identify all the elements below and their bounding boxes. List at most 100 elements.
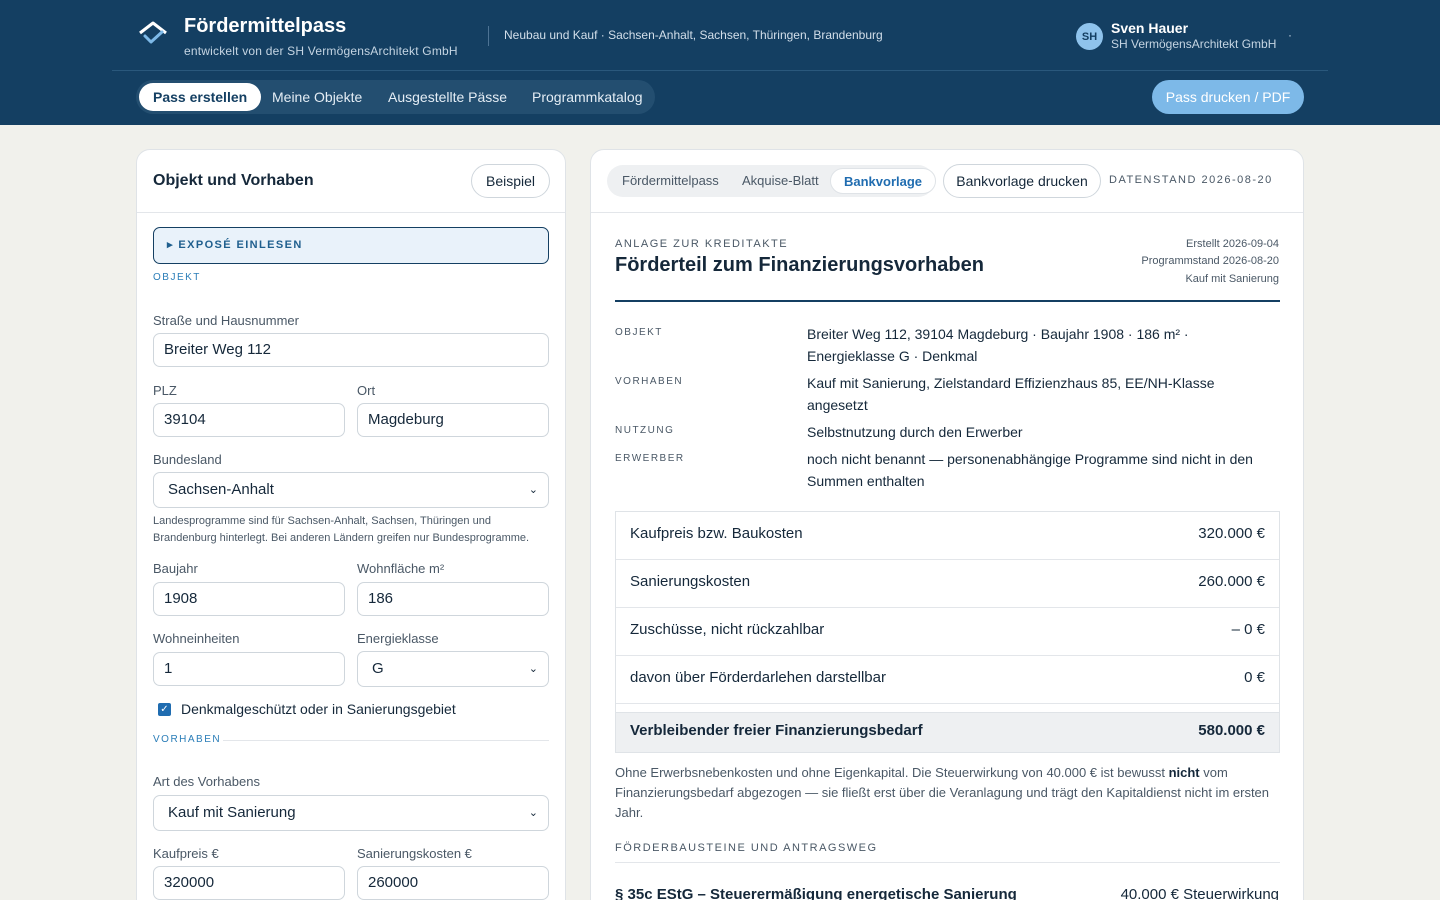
energieklasse-label: Energieklasse [357, 631, 439, 646]
form-title: Objekt und Vorhaben [153, 172, 314, 189]
info-key: ERWERBER [615, 453, 685, 464]
row-value: 320.000 € [1198, 525, 1265, 542]
bundesland-label: Bundesland [153, 452, 222, 467]
app-header: Fördermittelpass entwickelt von der SH V… [0, 0, 1440, 125]
denkmal-checkbox[interactable]: ✓ [158, 703, 171, 716]
meta-vorhaben: Kauf mit Sanierung [1185, 273, 1279, 285]
info-value: Breiter Weg 112, 39104 Magdeburg · Bauja… [807, 326, 1189, 364]
print-pass-button[interactable]: Pass drucken / PDF [1152, 80, 1304, 114]
row-label: Zuschüsse, nicht rückzahlbar [630, 621, 825, 638]
report-card-header: Fördermittelpass Akquise-Blatt Bankvorla… [591, 150, 1303, 213]
bundesland-value: Sachsen-Anhalt [168, 481, 274, 498]
kaufpreis-input[interactable]: 320000 [153, 866, 345, 900]
section-foerderbausteine: FÖRDERBAUSTEINE UND ANTRAGSWEG [615, 842, 878, 854]
chevron-down-icon: ⌄ [528, 663, 538, 675]
table-row: Kaufpreis bzw. Baukosten 320.000 € [616, 512, 1279, 560]
doc-kicker: ANLAGE ZUR KREDITAKTE [615, 238, 789, 250]
program-title: § 35c EStG – Steuerermäßigung energetisc… [615, 886, 1017, 900]
art-select[interactable]: Kauf mit Sanierung ⌄ [153, 795, 549, 831]
sanierung-input[interactable]: 260000 [357, 866, 549, 900]
info-key: OBJEKT [615, 327, 663, 338]
baujahr-label: Baujahr [153, 561, 198, 576]
info-value: noch nicht benannt — personenabhängige P… [807, 451, 1253, 489]
user-name[interactable]: Sven Hauer [1111, 20, 1188, 36]
doc-title: Förderteil zum Finanzierungsvorhaben [615, 254, 984, 276]
note-text: Ohne Erwerbsnebenkosten und ohne Eigenka… [615, 765, 1169, 780]
total-row: Verbleibender freier Finanzierungsbedarf… [616, 712, 1279, 752]
info-value: Selbstnutzung durch den Erwerber [807, 424, 1023, 440]
avatar[interactable]: SH [1076, 23, 1103, 50]
total-value: 580.000 € [1198, 722, 1265, 739]
program-value: 40.000 € Steuerwirkung [1120, 886, 1279, 900]
nav-programmkatalog[interactable]: Programmkatalog [518, 83, 657, 111]
info-key: VORHABEN [615, 376, 684, 387]
logo-icon [139, 21, 167, 44]
street-input[interactable]: Breiter Weg 112 [153, 333, 549, 367]
bundesland-hint: Landesprogramme sind für Sachsen-Anhalt,… [153, 515, 530, 544]
expose-import-toggle[interactable]: ▸ EXPOSÉ EINLESEN [153, 227, 549, 264]
user-menu-icon[interactable]: · [1288, 28, 1292, 42]
nav-meine-objekte[interactable]: Meine Objekte [258, 83, 376, 111]
denkmal-label[interactable]: Denkmalgeschützt oder in Sanierungsgebie… [181, 701, 456, 717]
tab-akquise-blatt[interactable]: Akquise-Blatt [729, 168, 832, 194]
table-row: davon über Förderdarlehen darstellbar 0 … [616, 656, 1279, 704]
wohnflaeche-input[interactable]: 186 [357, 582, 549, 616]
energieklasse-value: G [372, 660, 384, 677]
report-tabs: Fördermittelpass Akquise-Blatt Bankvorla… [607, 165, 937, 197]
app-subtitle: entwickelt von der SH VermögensArchitekt… [184, 44, 458, 58]
table-row: Zuschüsse, nicht rückzahlbar – 0 € [616, 608, 1279, 656]
section-objekt: OBJEKT [153, 272, 201, 283]
section-vorhaben: VORHABEN [153, 734, 222, 745]
finance-note: Ohne Erwerbsnebenkosten und ohne Eigenka… [615, 763, 1275, 823]
note-emphasis: nicht [1168, 765, 1200, 780]
example-button[interactable]: Beispiel [471, 164, 550, 198]
meta-programmstand: Programmstand 2026-08-20 [1141, 255, 1279, 267]
form-card-header: Objekt und Vorhaben Beispiel [137, 150, 565, 213]
row-label: Kaufpreis bzw. Baukosten [630, 525, 803, 542]
doc-rule [615, 300, 1280, 302]
finance-table: Kaufpreis bzw. Baukosten 320.000 € Sanie… [615, 511, 1280, 753]
art-label: Art des Vorhabens [153, 774, 260, 789]
form-card: Objekt und Vorhaben Beispiel ▸ EXPOSÉ EI… [136, 149, 566, 900]
art-value: Kauf mit Sanierung [168, 804, 296, 821]
plz-label: PLZ [153, 383, 177, 398]
tab-bankvorlage[interactable]: Bankvorlage [830, 168, 937, 194]
app-title: Fördermittelpass [184, 15, 347, 37]
row-label: Sanierungskosten [630, 573, 751, 590]
header-divider [488, 26, 489, 46]
wohneinheiten-input[interactable]: 1 [153, 652, 345, 686]
section-divider [615, 862, 1280, 863]
info-value: Kauf mit Sanierung, Zielstandard Effizie… [807, 375, 1215, 413]
header-scope: Neubau und Kauf · Sachsen-Anhalt, Sachse… [504, 28, 883, 42]
row-value: 260.000 € [1198, 573, 1265, 590]
main-nav: Pass erstellen Meine Objekte Ausgestellt… [136, 80, 655, 114]
row-value: – 0 € [1231, 621, 1265, 638]
bank-print-button[interactable]: Bankvorlage drucken [943, 164, 1101, 198]
baujahr-input[interactable]: 1908 [153, 582, 345, 616]
user-org: SH VermögensArchitekt GmbH [1111, 37, 1277, 51]
plz-input[interactable]: 39104 [153, 403, 345, 437]
total-label: Verbleibender freier Finanzierungsbedarf [630, 722, 923, 739]
table-row: Sanierungskosten 260.000 € [616, 560, 1279, 608]
section-divider [223, 740, 549, 741]
chevron-down-icon: ⌄ [528, 484, 538, 496]
bundesland-select[interactable]: Sachsen-Anhalt ⌄ [153, 472, 549, 508]
sanierung-label: Sanierungskosten € [357, 846, 472, 861]
meta-created: Erstellt 2026-09-04 [1186, 238, 1279, 250]
header-top: Fördermittelpass entwickelt von der SH V… [112, 0, 1328, 71]
kaufpreis-label: Kaufpreis € [153, 846, 219, 861]
tab-foerdermittelpass[interactable]: Fördermittelpass [609, 168, 732, 194]
datenstand: DATENSTAND 2026-08-20 [1109, 174, 1273, 186]
report-card: Fördermittelpass Akquise-Blatt Bankvorla… [590, 149, 1304, 900]
nav-pass-erstellen[interactable]: Pass erstellen [139, 83, 262, 111]
row-label: davon über Förderdarlehen darstellbar [630, 669, 886, 686]
street-label: Straße und Hausnummer [153, 313, 299, 328]
chevron-down-icon: ⌄ [528, 807, 538, 819]
wohnflaeche-label: Wohnfläche m² [357, 561, 445, 576]
energieklasse-select[interactable]: G ⌄ [357, 651, 549, 687]
ort-label: Ort [357, 383, 376, 398]
wohneinheiten-label: Wohneinheiten [153, 631, 240, 646]
ort-input[interactable]: Magdeburg [357, 403, 549, 437]
row-value: 0 € [1244, 669, 1265, 686]
nav-ausgestellte-paesse[interactable]: Ausgestellte Pässe [374, 83, 521, 111]
